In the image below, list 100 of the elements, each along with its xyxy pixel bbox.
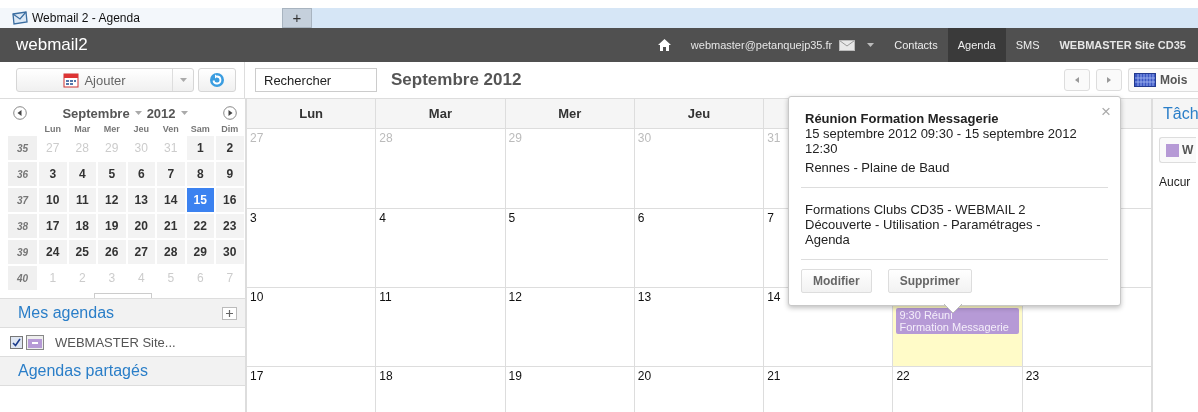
mini-calendar-day[interactable]: 22 [186,214,214,238]
mini-calendar-day[interactable]: 14 [157,188,185,212]
day-cell[interactable]: 6 [634,209,765,288]
year-selector[interactable]: 2012 [146,105,176,121]
mini-calendar-day[interactable]: 29 [186,240,214,264]
event-time: 15 septembre 2012 09:30 - 15 septembre 2012 12:30 [805,126,1078,156]
empty-message: Aucur [1159,175,1191,189]
new-tab-button[interactable]: + [282,8,312,28]
day-number: 31 [767,131,781,145]
mini-calendar-day[interactable]: 30 [216,240,244,264]
day-number: 23 [1025,369,1040,383]
mini-calendar-day[interactable]: 7 [157,162,185,186]
calendar-icon [63,72,80,88]
day-cell[interactable]: 3 [247,209,377,288]
mini-calendar-day[interactable]: 27 [127,240,155,264]
app-name: webmail2 [16,35,88,55]
mini-calendar-day[interactable]: 26 [98,240,126,264]
task-filter-button[interactable]: W [1159,137,1196,163]
nav-tab[interactable]: Contacts [884,28,948,62]
mini-calendar-day[interactable]: 9 [216,162,244,186]
previous-button[interactable] [1064,69,1090,91]
weekday-label: Lun [43,124,62,134]
grid-icon [1134,73,1156,87]
mini-calendar-day[interactable]: 8 [186,162,214,186]
account-email[interactable]: webmaster@petanquejp35.fr [690,39,833,51]
mini-calendar-day[interactable]: 21 [157,214,185,238]
search-field[interactable]: Rechercher [255,68,377,92]
caret-icon[interactable] [867,43,875,47]
month-selector[interactable]: Septembre [62,105,130,121]
popup-button[interactable]: Modifier [801,269,872,293]
mini-calendar-day[interactable]: 25 [68,240,96,264]
week-number: 36 [8,162,37,186]
envelope-icon[interactable] [839,39,856,51]
day-number: 12 [508,290,522,304]
mini-calendar-day[interactable]: 2 [216,136,244,160]
mini-calendar-day[interactable]: 16 [216,188,244,212]
caret-icon[interactable] [134,111,142,115]
day-number: 28 [379,131,393,145]
mini-calendar-day[interactable]: 6 [127,162,155,186]
day-number: 19 [508,369,522,383]
day-cell[interactable]: 17 [247,367,377,412]
user-name[interactable]: WEBMASTER Site CD35 [1049,39,1198,51]
next-month-icon[interactable] [223,106,237,120]
weekday-label: Mer [102,124,121,134]
mini-calendar-day[interactable]: 20 [127,214,155,238]
day-number: 5 [508,211,516,225]
day-number: 17 [250,369,264,383]
day-number: 21 [767,369,781,383]
day-cell[interactable]: 22 [893,367,1023,412]
nav-tab[interactable]: SMS [1005,28,1050,62]
day-cell[interactable]: 19 [505,367,635,412]
refresh-button[interactable] [198,68,236,92]
period-title: Septembre 2012 [391,70,522,90]
day-cell[interactable]: 12 [505,288,635,367]
add-calendar-button[interactable] [222,306,237,320]
calendar-name[interactable]: WEBMASTER Site... [55,334,176,350]
day-cell[interactable]: 20 [634,367,765,412]
mini-calendar-day[interactable]: 3 [39,162,67,186]
day-cell[interactable]: 13 [634,288,765,367]
mini-calendar-day[interactable]: 12 [98,188,126,212]
add-button[interactable]: Ajouter [16,68,194,92]
mini-calendar-day[interactable]: 28 [157,240,185,264]
mini-calendar-day[interactable]: 5 [98,162,126,186]
day-number: 18 [379,369,393,383]
envelope-icon [12,11,28,25]
caret-icon[interactable] [180,111,188,115]
day-cell[interactable]: 4 [376,209,506,288]
mini-calendar-day[interactable]: 24 [39,240,67,264]
popup-button[interactable]: Supprimer [887,269,972,293]
day-number: 27 [250,131,264,145]
mini-calendar-day[interactable]: 10 [39,188,67,212]
previous-month-icon[interactable] [13,106,27,120]
day-number: 3 [250,211,257,225]
mini-calendar-day[interactable]: 13 [127,188,155,212]
day-cell[interactable]: 18 [376,367,506,412]
home-icon[interactable] [657,39,671,51]
mini-calendar-day[interactable]: 17 [39,214,67,238]
nav-tab[interactable]: Agenda [947,28,1006,62]
day-number: 10 [250,290,264,304]
mini-calendar-day[interactable]: 11 [68,188,96,212]
day-cell[interactable]: 23 [1022,367,1152,412]
checkbox[interactable] [10,335,23,349]
day-cell[interactable]: 21 [764,367,894,412]
next-button[interactable] [1096,69,1122,91]
caret-icon[interactable] [179,78,187,82]
refresh-icon [209,72,225,88]
column-header: Mar [376,99,506,129]
mini-calendar-day[interactable]: 23 [216,214,244,238]
browser-tab[interactable]: Webmail 2 - Agenda [0,8,282,28]
day-cell[interactable]: 11 [376,288,506,367]
day-number: 29 [508,131,522,145]
mini-calendar-day[interactable]: 18 [68,214,96,238]
tasks-title: Tâch [1153,99,1198,129]
day-cell[interactable]: 10 [247,288,377,367]
day-cell[interactable]: 5 [505,209,635,288]
month-view-button[interactable]: Mois [1128,68,1198,92]
mini-calendar-day[interactable]: 19 [98,214,126,238]
mini-calendar-day[interactable]: 15 [186,188,214,212]
mini-calendar-day[interactable]: 4 [68,162,96,186]
mini-calendar-day[interactable]: 1 [186,136,214,160]
